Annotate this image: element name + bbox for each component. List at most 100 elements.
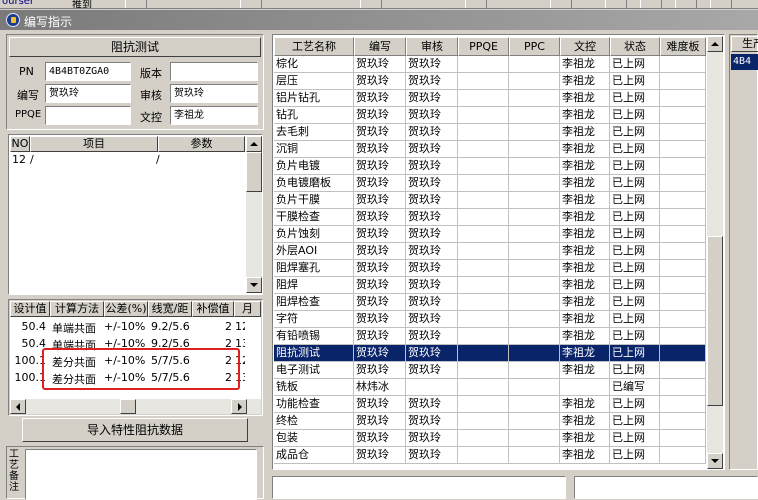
notes-label: 工艺备注	[9, 449, 19, 493]
bottom-right-panel[interactable]	[574, 476, 758, 499]
pn-field[interactable]: 4B4BT0ZGA0	[45, 62, 131, 81]
table-row[interactable]: 50.4 单端共面 +/-10% 9.2/5.6 2 12	[10, 318, 261, 335]
process-header-ppc[interactable]: PPC	[509, 37, 560, 56]
process-cell-doc-control: 李祖龙	[560, 141, 610, 158]
table-row[interactable]: 沉铜 贺玖玲 贺玖玲 李祖龙 已上网	[274, 141, 706, 158]
toolbar-button[interactable]	[465, 0, 487, 8]
table-row[interactable]: 阻焊检查 贺玖玲 贺玖玲 李祖龙 已上网	[274, 294, 706, 311]
toolbar-button[interactable]	[240, 0, 262, 8]
toolbar-button[interactable]	[710, 0, 732, 8]
process-header-name[interactable]: 工艺名称	[274, 37, 354, 56]
scroll-right-button[interactable]	[231, 399, 247, 414]
process-cell-difficulty	[660, 73, 706, 90]
process-header-diff[interactable]: 难度板	[660, 37, 706, 56]
table-row[interactable]: 有铅喷锡 贺玖玲 贺玖玲 李祖龙 已上网	[274, 328, 706, 345]
toolbar-button[interactable]	[550, 0, 572, 8]
toolbar-button[interactable]	[605, 0, 627, 8]
production-header[interactable]: 生产	[731, 36, 758, 52]
import-impedance-button[interactable]: 导入特性阻抗数据	[22, 418, 248, 442]
notes-textarea[interactable]	[25, 449, 257, 500]
params-header-item[interactable]: 项目	[30, 136, 158, 152]
params-header-no[interactable]: NO	[10, 136, 30, 152]
process-cell-reviewer: 贺玖玲	[406, 311, 458, 328]
process-cell-author: 贺玖玲	[354, 277, 406, 294]
process-cell-ppqe	[458, 107, 509, 124]
table-row[interactable]: 成品仓 贺玖玲 贺玖玲 李祖龙 已上网	[274, 447, 706, 464]
author-field[interactable]: 贺玖玲	[45, 84, 131, 103]
process-cell-ppc	[509, 277, 560, 294]
process-cell-author: 贺玖玲	[354, 243, 406, 260]
table-row[interactable]: 电子测试 贺玖玲 贺玖玲 李祖龙 已上网	[274, 362, 706, 379]
table-row[interactable]: 阻焊 贺玖玲 贺玖玲 李祖龙 已上网	[274, 277, 706, 294]
scroll-up-button[interactable]	[246, 136, 262, 152]
imp-header-method[interactable]: 计算方法	[50, 301, 104, 317]
process-cell-reviewer: 贺玖玲	[406, 158, 458, 175]
toolbar-button[interactable]	[675, 0, 697, 8]
table-row[interactable]: 外层AOI 贺玖玲 贺玖玲 李祖龙 已上网	[274, 243, 706, 260]
process-cell-author: 贺玖玲	[354, 345, 406, 362]
table-row[interactable]: 层压 贺玖玲 贺玖玲 李祖龙 已上网	[274, 73, 706, 90]
pn-label: PN	[19, 65, 34, 78]
params-cell-no: 12	[12, 153, 26, 166]
table-row[interactable]: 负片电镀 贺玖玲 贺玖玲 李祖龙 已上网	[274, 158, 706, 175]
reviewer-field[interactable]: 贺玖玲	[170, 84, 258, 103]
process-scrollbar[interactable]	[707, 36, 723, 469]
doc-control-field[interactable]: 李祖龙	[170, 106, 258, 125]
table-row[interactable]: 阻焊塞孔 贺玖玲 贺玖玲 李祖龙 已上网	[274, 260, 706, 277]
imp-header-compensation[interactable]: 补偿值	[192, 301, 234, 317]
table-row[interactable]: 棕化 贺玖玲 贺玖玲 李祖龙 已上网	[274, 56, 706, 73]
process-cell-difficulty	[660, 328, 706, 345]
process-header-doc[interactable]: 文控	[560, 37, 610, 56]
version-field[interactable]	[170, 62, 258, 81]
params-scrollbar[interactable]	[246, 136, 262, 293]
scroll-left-button[interactable]	[10, 399, 26, 414]
process-cell-status: 已上网	[610, 141, 660, 158]
process-cell-difficulty	[660, 209, 706, 226]
scroll-thumb[interactable]	[120, 399, 136, 414]
scroll-down-button[interactable]	[246, 277, 262, 293]
table-row[interactable]: 12 / /	[10, 152, 246, 167]
production-cell[interactable]: 4B4	[731, 54, 758, 70]
toolbar-button[interactable]	[125, 0, 147, 8]
table-row[interactable]: 铣板 林炜冰 已编写	[274, 379, 706, 396]
process-cell-author: 贺玖玲	[354, 73, 406, 90]
toolbar-button[interactable]	[360, 0, 382, 8]
table-row[interactable]: 包装 贺玖玲 贺玖玲 李祖龙 已上网	[274, 430, 706, 447]
process-header-author[interactable]: 编写	[354, 37, 406, 56]
table-row[interactable]: 铝片钻孔 贺玖玲 贺玖玲 李祖龙 已上网	[274, 90, 706, 107]
process-cell-status: 已上网	[610, 175, 660, 192]
table-row[interactable]: 阻抗测试 贺玖玲 贺玖玲 李祖龙 已上网	[274, 345, 706, 362]
scroll-thumb[interactable]	[246, 152, 262, 192]
impedance-h-scrollbar[interactable]	[10, 399, 261, 414]
params-header-param[interactable]: 参数	[158, 136, 245, 152]
scroll-thumb[interactable]	[707, 236, 723, 406]
scroll-down-button[interactable]	[707, 453, 723, 469]
process-cell-ppqe	[458, 413, 509, 430]
scroll-up-button[interactable]	[707, 36, 723, 52]
process-header-reviewer[interactable]: 审核	[406, 37, 458, 56]
process-header-status[interactable]: 状态	[610, 37, 660, 56]
process-header-ppqe[interactable]: PPQE	[458, 37, 509, 56]
bottom-left-panel[interactable]	[272, 476, 566, 499]
toolbar-button[interactable]	[640, 0, 662, 8]
process-cell-name: 成品仓	[274, 447, 354, 464]
imp-header-extra[interactable]: 月	[234, 301, 261, 317]
table-row[interactable]: 功能检查 贺玖玲 贺玖玲 李祖龙 已上网	[274, 396, 706, 413]
process-cell-author: 贺玖玲	[354, 56, 406, 73]
process-cell-status: 已上网	[610, 56, 660, 73]
imp-header-design[interactable]: 设计值	[10, 301, 50, 317]
table-row[interactable]: 干膜检查 贺玖玲 贺玖玲 李祖龙 已上网	[274, 209, 706, 226]
table-row[interactable]: 钻孔 贺玖玲 贺玖玲 李祖龙 已上网	[274, 107, 706, 124]
ppqe-field[interactable]	[45, 106, 131, 125]
table-row[interactable]: 负片干膜 贺玖玲 贺玖玲 李祖龙 已上网	[274, 192, 706, 209]
table-row[interactable]: 终检 贺玖玲 贺玖玲 李祖龙 已上网	[274, 413, 706, 430]
reviewer-label: 审核	[140, 89, 162, 102]
table-row[interactable]: 字符 贺玖玲 贺玖玲 李祖龙 已上网	[274, 311, 706, 328]
imp-header-width[interactable]: 线宽/距	[148, 301, 192, 317]
process-cell-ppqe	[458, 243, 509, 260]
table-row[interactable]: 去毛刺 贺玖玲 贺玖玲 李祖龙 已上网	[274, 124, 706, 141]
table-row[interactable]: 负电镀磨板 贺玖玲 贺玖玲 李祖龙 已上网	[274, 175, 706, 192]
imp-header-tolerance[interactable]: 公差(%)	[104, 301, 148, 317]
table-row[interactable]: 负片蚀刻 贺玖玲 贺玖玲 李祖龙 已上网	[274, 226, 706, 243]
process-cell-author: 贺玖玲	[354, 90, 406, 107]
